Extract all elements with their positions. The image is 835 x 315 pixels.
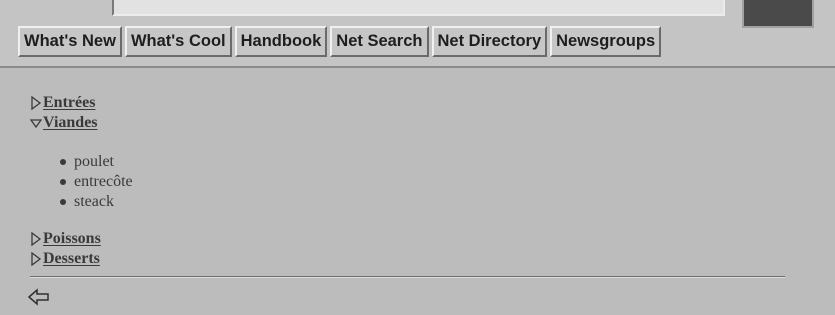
- bullet-icon: [60, 159, 66, 165]
- whats-new-button[interactable]: What's New: [18, 26, 122, 57]
- triangle-right-icon: [31, 252, 42, 266]
- net-search-button[interactable]: Net Search: [330, 26, 429, 57]
- triangle-down-icon: [30, 119, 42, 129]
- location-field[interactable]: [112, 0, 725, 16]
- bullet-icon: [60, 179, 66, 185]
- browser-window: What's New What's Cool Handbook Net Sear…: [0, 0, 835, 315]
- triangle-right-icon: [31, 96, 42, 110]
- page-content: Entrées Viandes poulet entrecôte steack: [0, 68, 835, 315]
- viandes-list: poulet entrecôte steack: [58, 152, 133, 212]
- directory-buttons: What's New What's Cool Handbook Net Sear…: [18, 26, 662, 57]
- back-arrow-icon[interactable]: [28, 288, 50, 306]
- menu-item-desserts[interactable]: Desserts: [30, 250, 100, 268]
- list-item-label: entrecôte: [74, 173, 133, 190]
- menu-item-poissons[interactable]: Poissons: [30, 230, 101, 248]
- bullet-icon: [60, 199, 66, 205]
- browser-logo: [742, 0, 814, 28]
- menu-item-entrees[interactable]: Entrées: [30, 94, 95, 112]
- menu-item-label[interactable]: Desserts: [43, 250, 100, 268]
- menu-item-viandes[interactable]: Viandes: [30, 114, 98, 132]
- triangle-right-icon: [31, 232, 42, 246]
- newsgroups-button[interactable]: Newsgroups: [550, 26, 662, 57]
- menu-item-label[interactable]: Viandes: [43, 114, 98, 132]
- handbook-button[interactable]: Handbook: [234, 26, 328, 57]
- menu-item-label[interactable]: Poissons: [43, 230, 101, 248]
- list-item-label: steack: [74, 193, 114, 210]
- whats-cool-button[interactable]: What's Cool: [124, 26, 232, 57]
- net-directory-button[interactable]: Net Directory: [431, 26, 548, 57]
- menu-item-label[interactable]: Entrées: [43, 94, 95, 112]
- list-item: poulet: [58, 152, 133, 172]
- list-item: steack: [58, 192, 133, 212]
- horizontal-divider: [30, 276, 785, 278]
- list-item-label: poulet: [74, 153, 114, 170]
- list-item: entrecôte: [58, 172, 133, 192]
- browser-toolbar: What's New What's Cool Handbook Net Sear…: [0, 0, 835, 68]
